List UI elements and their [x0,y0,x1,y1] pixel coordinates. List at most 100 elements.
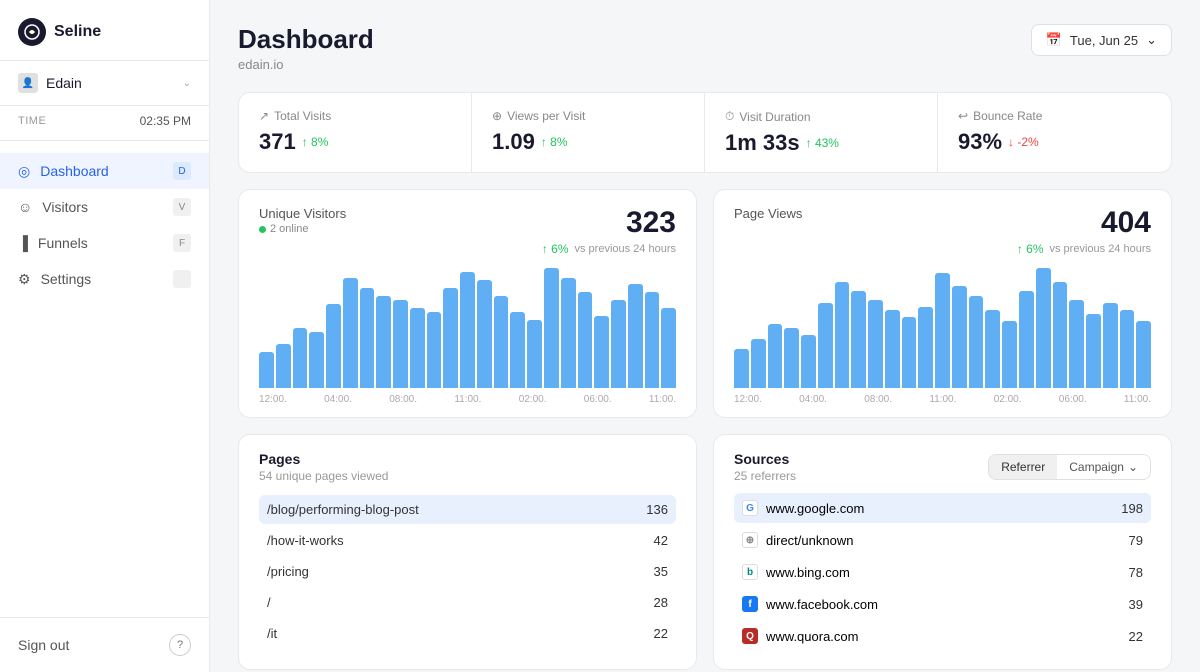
settings-icon: ⚙ [18,271,31,288]
sidebar-item-label: Funnels [38,235,88,251]
bar [460,272,475,388]
sidebar-item-label: Settings [41,271,92,287]
page-views-title: Page Views [734,206,802,221]
bar [661,308,676,388]
visit-duration-icon: ⏱ [725,109,734,124]
bar [477,280,492,388]
sidebar-item-funnels[interactable]: ▐ Funnels F [0,225,209,261]
funnels-icon: ▐ [18,235,28,251]
tab-campaign[interactable]: Campaign ⌄ [1057,455,1150,479]
pages-title: Pages [259,451,676,467]
source-row: ⊕ direct/unknown 79 [734,525,1151,555]
page-title: Dashboard [238,24,374,55]
source-row: G www.google.com 198 [734,493,1151,523]
page-views-badge: ↑ 6% [1017,242,1044,256]
sidebar-item-visitors[interactable]: ☺ Visitors V [0,189,209,225]
user-avatar: 👤 [18,73,38,93]
bar [427,312,442,388]
table-row: /how-it-works 42 [259,526,676,555]
bar [326,304,341,388]
bar [611,300,626,388]
bar [594,316,609,388]
logo-text: Seline [54,23,101,41]
dashboard-icon: ◎ [18,163,30,180]
sidebar-bottom: Sign out ? [0,617,209,672]
sign-out-button[interactable]: Sign out [18,637,69,653]
stat-bounce-rate: ↩ Bounce Rate 93% ↓ -2% [938,93,1171,172]
online-label: 2 online [270,223,309,235]
bar [259,352,274,388]
user-name: Edain [46,75,82,91]
bar [309,332,324,388]
unique-visitors-value: 323 [542,206,676,240]
sidebar-user[interactable]: 👤 Edain ⌄ [0,61,209,106]
bar [734,349,749,388]
bar [751,339,766,388]
bar [1002,321,1017,388]
sidebar-item-settings[interactable]: ⚙ Settings [0,261,209,297]
bar [645,292,660,388]
page-views-card: Page Views 404 ↑ 6% vs previous 24 hours… [713,189,1172,418]
keyboard-shortcut: D [173,162,191,180]
main-content: Dashboard edain.io 📅 Tue, Jun 25 ⌄ ↗ Tot… [210,0,1200,672]
sources-header: Sources 25 referrers Referrer Campaign ⌄ [734,451,1151,483]
bar [885,310,900,388]
bar [628,284,643,388]
direct-favicon: ⊕ [742,532,758,548]
bar [293,328,308,388]
bar [360,288,375,388]
source-row: f www.facebook.com 39 [734,589,1151,619]
sidebar-nav: ◎ Dashboard D ☺ Visitors V ▐ Funnels F ⚙… [0,141,209,617]
bar [527,320,542,388]
keyboard-shortcut: F [173,234,191,252]
unique-visitors-title: Unique Visitors [259,206,346,221]
bar [343,278,358,388]
source-row: Q www.quora.com 22 [734,621,1151,651]
stat-views-per-visit: ⊕ Views per Visit 1.09 ↑ 8% [472,93,705,172]
facebook-favicon: f [742,596,758,612]
bar [768,324,783,388]
online-dot [259,226,266,233]
bar [376,296,391,388]
bar [1019,291,1034,388]
bar [1120,310,1135,388]
tab-referrer[interactable]: Referrer [989,455,1057,479]
bar [1086,314,1101,388]
page-subtitle: edain.io [238,57,374,72]
bar [510,312,525,388]
stat-total-visits: ↗ Total Visits 371 ↑ 8% [239,93,472,172]
total-visits-icon: ↗ [259,109,269,123]
sidebar: Seline 👤 Edain ⌄ TIME 02:35 PM ◎ Dashboa… [0,0,210,672]
bar [494,296,509,388]
table-row: /pricing 35 [259,557,676,586]
bar [1103,303,1118,388]
date-picker-button[interactable]: 📅 Tue, Jun 25 ⌄ [1031,24,1172,56]
sources-card: Sources 25 referrers Referrer Campaign ⌄… [713,434,1172,670]
bar [835,282,850,388]
unique-visitors-chart [259,268,676,388]
sidebar-item-dashboard[interactable]: ◎ Dashboard D [0,153,209,189]
bar [918,307,933,388]
bar [801,335,816,388]
bar [952,286,967,388]
unique-visitors-badge: ↑ 6% [542,242,569,256]
chart-x-labels: 12:00. 04:00. 08:00. 11:00. 02:00. 06:00… [734,394,1151,405]
pages-subtitle: 54 unique pages viewed [259,469,676,483]
calendar-icon: 📅 [1046,32,1062,48]
sources-subtitle: 25 referrers [734,469,796,483]
keyboard-shortcut [173,270,191,288]
logo-icon [18,18,46,46]
bar [544,268,559,388]
pages-card: Pages 54 unique pages viewed /blog/perfo… [238,434,697,670]
bar [868,300,883,388]
page-header: Dashboard edain.io 📅 Tue, Jun 25 ⌄ [238,24,1172,72]
bar [561,278,576,388]
bar [276,344,291,388]
table-row: /it 22 [259,619,676,648]
bar [1069,300,1084,388]
help-button[interactable]: ? [169,634,191,656]
quora-favicon: Q [742,628,758,644]
bar [443,288,458,388]
sidebar-logo: Seline [0,0,209,61]
vs-text: vs previous 24 hours [1050,243,1152,255]
